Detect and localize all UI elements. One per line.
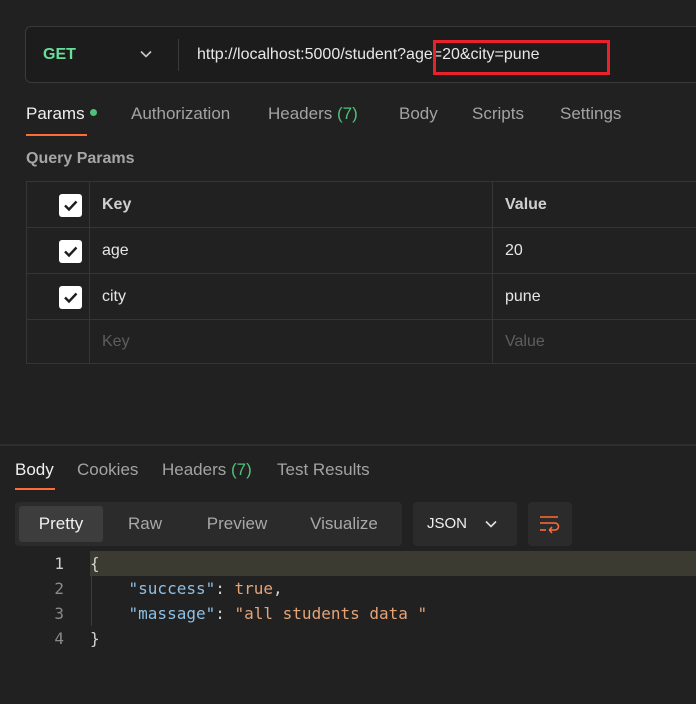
view-visualize-button[interactable]: Visualize: [291, 506, 397, 542]
query-string-highlight: [433, 40, 610, 75]
code-line: 2 "success": true,: [0, 576, 696, 601]
chevron-down-icon: [485, 520, 497, 528]
view-raw-button[interactable]: Raw: [107, 506, 183, 542]
active-tab-indicator: [26, 134, 87, 136]
code-line: 3 "massage": "all students data ": [0, 601, 696, 626]
tab-scripts[interactable]: Scripts: [472, 104, 524, 124]
table-header-row: Key Value: [27, 182, 696, 228]
wrap-lines-button[interactable]: [528, 502, 572, 546]
param-value[interactable]: pune: [505, 274, 541, 320]
tab-headers[interactable]: Headers (7): [268, 104, 358, 124]
code-line: 4 }: [0, 626, 696, 651]
tab-authorization[interactable]: Authorization: [131, 104, 230, 124]
view-preview-button[interactable]: Preview: [187, 506, 287, 542]
table-row-new: Key Value: [27, 320, 696, 364]
table-row: age 20: [27, 228, 696, 274]
tab-settings[interactable]: Settings: [560, 104, 621, 124]
close-brace: }: [90, 629, 100, 648]
wrap-lines-icon: [540, 516, 560, 534]
column-header-value: Value: [505, 196, 547, 213]
pane-resize-handle[interactable]: [0, 444, 696, 446]
format-label: JSON: [427, 515, 468, 532]
tab-cookies[interactable]: Cookies: [77, 460, 138, 480]
active-response-tab-indicator: [15, 488, 55, 490]
line-number: 1: [54, 554, 64, 573]
column-header-key: Key: [102, 196, 132, 213]
response-body-editor[interactable]: 1 { 2 "success": true, 3 "massage": "all…: [0, 551, 696, 661]
url-divider: [178, 39, 179, 71]
param-key[interactable]: age: [102, 228, 129, 274]
code-line: 1 {: [0, 551, 696, 576]
line-number: 4: [54, 629, 64, 648]
line-number: 2: [54, 579, 64, 598]
table-row: city pune: [27, 274, 696, 320]
param-checkbox-city[interactable]: [59, 286, 82, 309]
param-key[interactable]: city: [102, 274, 126, 320]
params-indicator-dot: [89, 109, 97, 117]
checkbox-checked-icon: [64, 292, 78, 304]
format-select[interactable]: JSON: [413, 502, 517, 546]
open-brace: {: [90, 554, 100, 573]
response-tabs: Body Cookies Headers (7) Test Results: [15, 460, 685, 484]
json-value-success: true: [234, 579, 274, 598]
json-value-massage: "all students data ": [234, 604, 428, 623]
query-params-table: Key Value age 20 city pune Key Value: [26, 181, 696, 364]
new-value-input[interactable]: Value: [505, 320, 545, 364]
tab-test-results[interactable]: Test Results: [277, 460, 370, 480]
param-checkbox-age[interactable]: [59, 240, 82, 263]
param-value[interactable]: 20: [505, 228, 523, 274]
json-key-massage: "massage": [128, 604, 216, 623]
tab-body[interactable]: Body: [399, 104, 438, 124]
chevron-down-icon[interactable]: [139, 47, 153, 61]
view-pretty-button[interactable]: Pretty: [19, 506, 103, 542]
checkbox-checked-icon: [64, 200, 78, 212]
new-key-input[interactable]: Key: [102, 320, 130, 364]
line-number: 3: [54, 604, 64, 623]
request-tabs: Params Authorization Headers (7) Body Sc…: [26, 104, 696, 128]
tab-params[interactable]: Params: [26, 104, 97, 124]
checkbox-checked-icon: [64, 246, 78, 258]
tab-response-headers[interactable]: Headers (7): [162, 460, 252, 480]
query-params-title: Query Params: [26, 150, 135, 167]
view-mode-group: Pretty Raw Preview Visualize: [15, 502, 402, 546]
json-key-success: "success": [128, 579, 216, 598]
http-method-select[interactable]: GET: [43, 27, 76, 82]
tab-response-body[interactable]: Body: [15, 460, 54, 480]
select-all-checkbox[interactable]: [59, 194, 82, 217]
